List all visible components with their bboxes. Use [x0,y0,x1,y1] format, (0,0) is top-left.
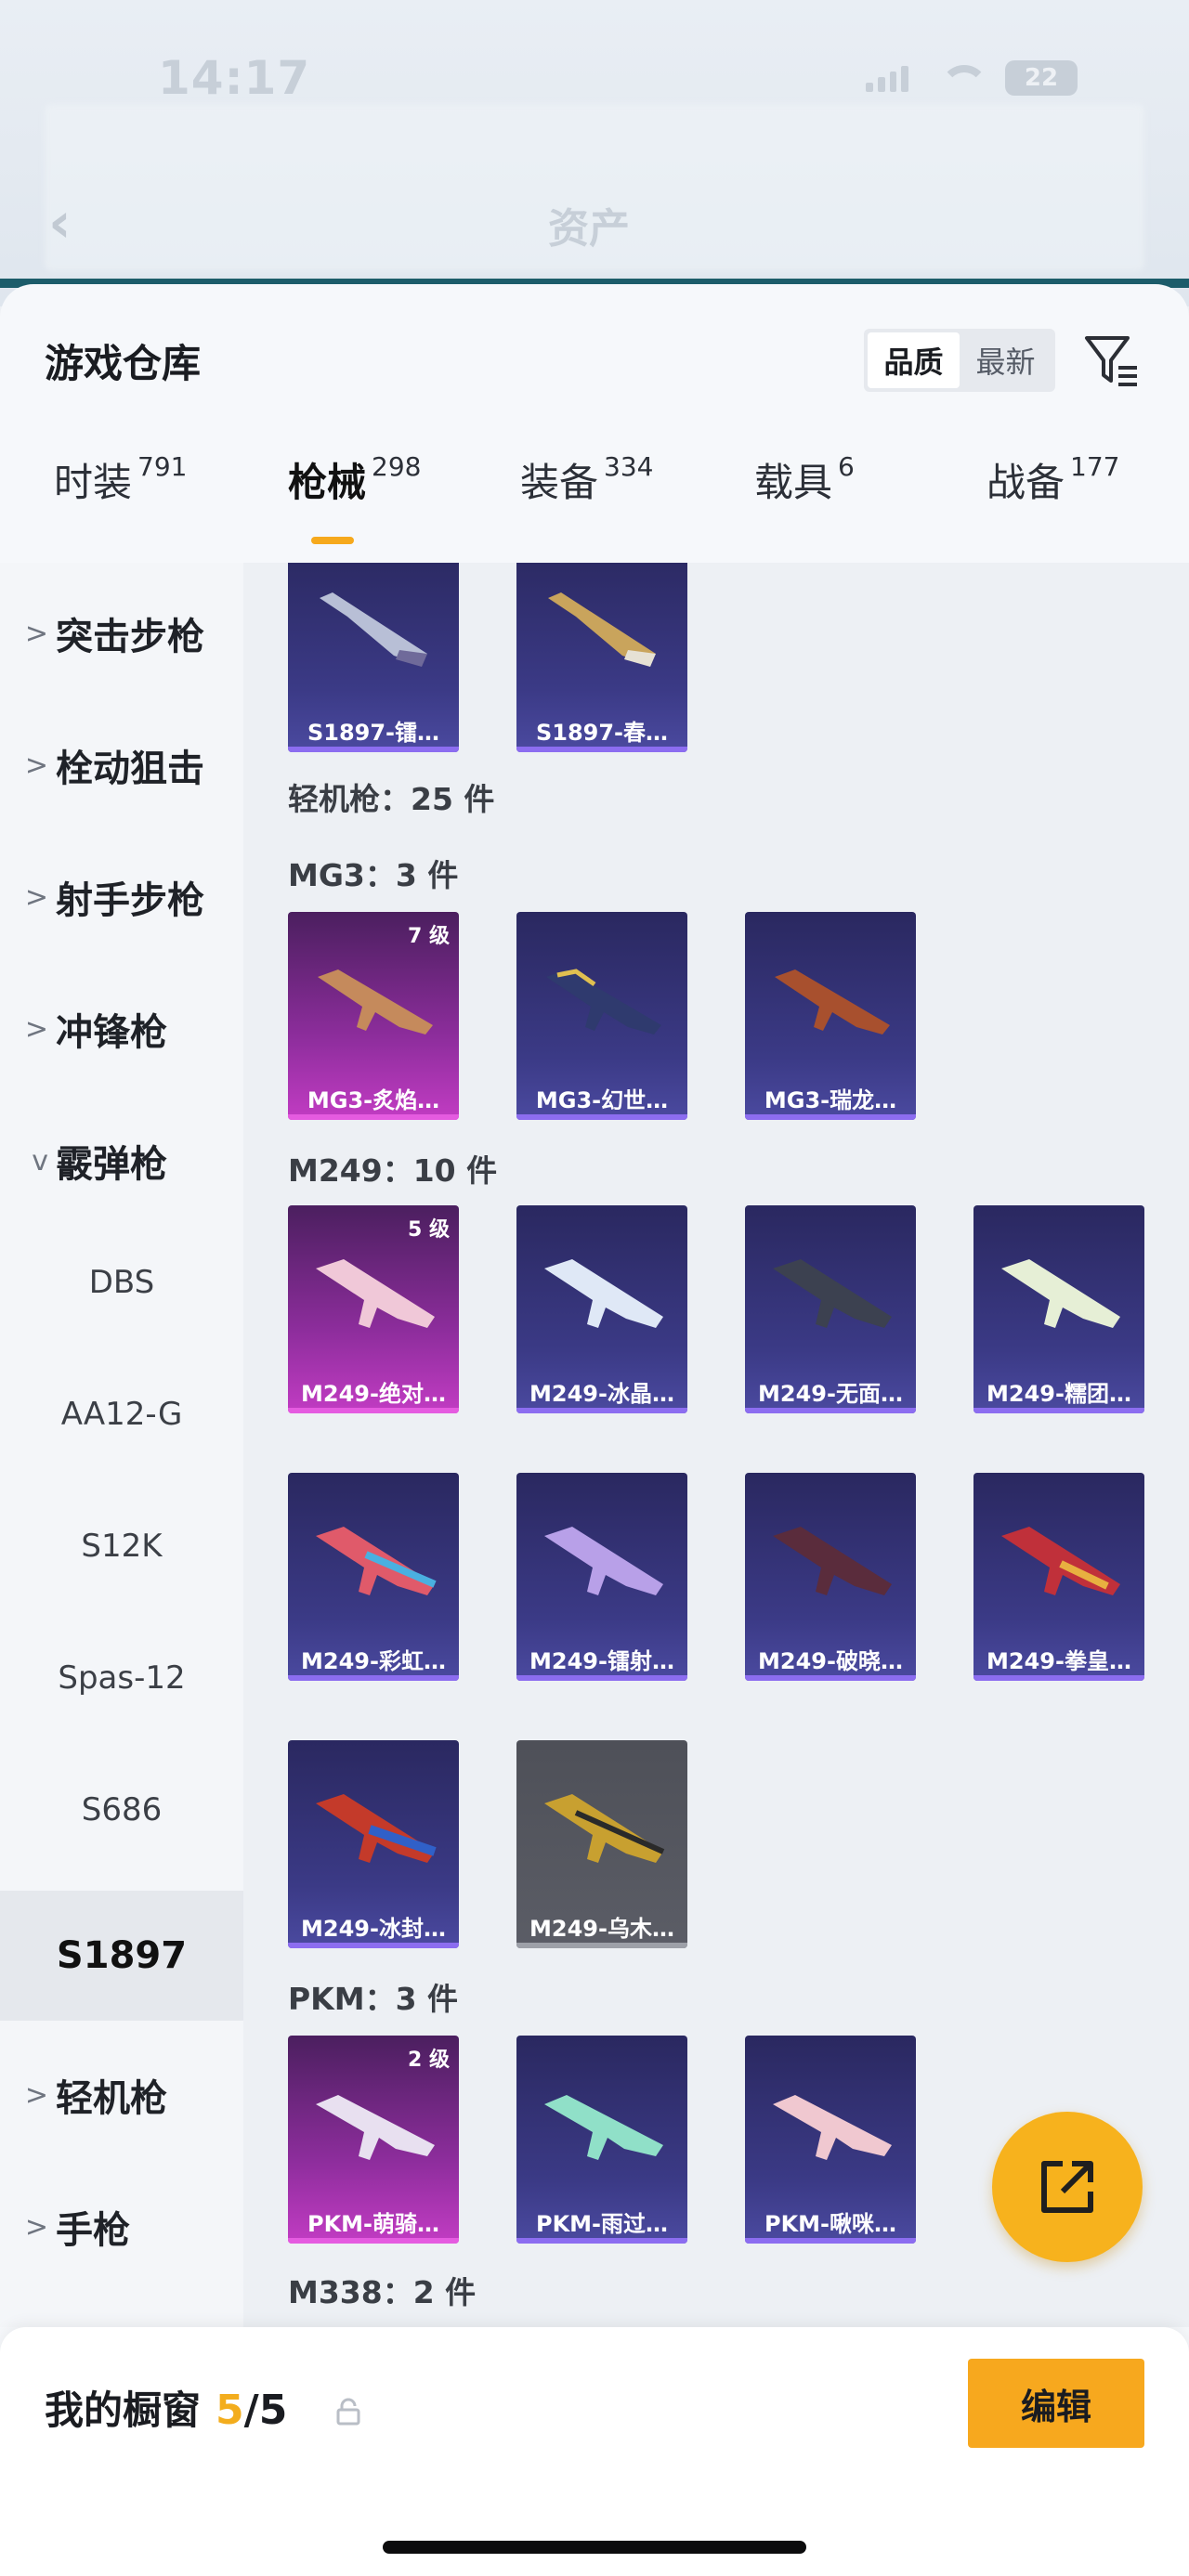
tab-equipment[interactable]: 装备 334 [520,451,653,508]
machine-gun-icon [316,1794,437,1863]
chevron-right-icon: > [24,1012,48,1046]
sort-toggle: 品质 最新 [864,329,1055,392]
machine-gun-icon [1001,1259,1120,1328]
status-bar: 14:17 22 [0,51,1189,107]
machine-gun-icon [544,1794,665,1863]
showcase-bar: 我的橱窗 5/5 编辑 [0,2327,1189,2576]
group-title-m338: M338：2 件 [288,2274,477,2310]
shotgun-icon [548,592,656,667]
item-card[interactable]: M249-镭射… [516,1473,687,1681]
item-card[interactable]: PKM-啾咪… [745,2036,916,2244]
tab-fashion[interactable]: 时装 791 [54,451,187,508]
tab-firearms[interactable]: 枪械 298 [288,451,421,508]
sidebar-sub-spas12[interactable]: Spas-12 [0,1627,243,1729]
item-grid: S1897-镭… S1897-春… 轻机枪：25 件 MG3：3 件 7 级 M… [243,563,1189,2327]
machine-gun-icon [1001,1527,1120,1595]
level-badge: 7 级 [408,925,450,948]
category-tabs: 时装 791 枪械 298 装备 334 载具 6 战备 177 [0,451,1189,553]
item-card[interactable]: S1897-镭… [288,563,459,752]
item-card[interactable]: M249-彩虹… [288,1473,459,1681]
machine-gun-icon [316,1259,435,1328]
machine-gun-icon [773,1527,892,1595]
sidebar-sub-s686[interactable]: S686 [0,1759,243,1861]
machine-gun-icon [775,969,890,1034]
item-card[interactable]: M249-乌木… [516,1740,687,1948]
share-icon [1041,2161,1093,2213]
group-title-pkm: PKM：3 件 [288,1981,459,2017]
machine-gun-icon [316,1527,437,1595]
sidebar-sub-s12k[interactable]: S12K [0,1495,243,1597]
lock-icon [336,2398,360,2426]
machine-gun-icon [773,1259,892,1328]
item-card[interactable]: PKM-雨过… [516,2036,687,2244]
background-heading: 资产 [548,205,630,253]
back-icon[interactable]: ‹ [48,190,72,255]
machine-gun-icon [773,2095,892,2160]
machine-gun-icon [318,969,433,1034]
tab-vehicles[interactable]: 载具 6 [754,451,855,508]
item-card[interactable]: M249-无面… [745,1205,916,1413]
sidebar-sub-s1897[interactable]: S1897 [0,1891,243,2021]
chevron-right-icon: > [24,880,48,914]
level-badge: 5 级 [408,1218,450,1242]
machine-gun-icon [544,1259,663,1328]
group-title-mg3: MG3：3 件 [288,857,459,893]
group-title-m249: M249：10 件 [288,1152,498,1189]
filter-icon[interactable] [1081,332,1141,392]
category-sidebar: > 突击步枪 > 栓动狙击 > 射手步枪 > 冲锋枪 v 霰弹枪 DBS AA1… [0,563,243,2327]
item-card[interactable]: 2 级 PKM-萌骑… [288,2036,459,2244]
sort-latest-button[interactable]: 最新 [960,332,1052,388]
sidebar-sub-dbs[interactable]: DBS [0,1231,243,1334]
wifi-icon [936,63,988,93]
machine-gun-icon [544,1527,663,1595]
edit-button[interactable]: 编辑 [968,2359,1144,2448]
chevron-right-icon: > [24,748,48,782]
sheet-header: 游戏仓库 品质 最新 时装 791 枪械 298 装备 334 载具 6 战备 … [0,284,1189,563]
sidebar-sub-aa12g[interactable]: AA12-G [0,1363,243,1465]
sidebar-item-pistol[interactable]: > 手枪 [0,2190,243,2264]
machine-gun-icon [316,2095,435,2160]
shotgun-icon [320,592,427,667]
item-card[interactable]: M249-冰封… [288,1740,459,1948]
signal-icon [866,64,908,92]
status-time: 14:17 [158,51,311,105]
section-title-lmg: 轻机枪：25 件 [288,781,495,817]
sort-quality-button[interactable]: 品质 [868,332,960,388]
item-card[interactable]: MG3-幻世… [516,912,687,1120]
item-card[interactable]: MG3-瑞龙… [745,912,916,1120]
item-card[interactable]: M249-拳皇… [973,1473,1144,1681]
sidebar-item-smg[interactable]: > 冲锋枪 [0,992,243,1066]
sidebar-item-bolt-sniper[interactable]: > 栓动狙击 [0,728,243,802]
sidebar-item-shotgun[interactable]: v 霰弹枪 [0,1124,243,1198]
item-card[interactable]: M249-破晓… [745,1473,916,1681]
chevron-right-icon: > [24,617,48,650]
level-badge: 2 级 [408,2049,450,2072]
home-indicator [383,2541,806,2554]
chevron-right-icon: > [24,2210,48,2244]
showcase-title: 我的橱窗 [45,2387,202,2433]
item-card[interactable]: 7 级 MG3-炙焰… [288,912,459,1120]
page-title: 游戏仓库 [45,341,202,386]
item-card[interactable]: M249-糯团… [973,1205,1144,1413]
background-page: 14:17 22 ‹ 资产 [0,0,1189,306]
machine-gun-icon [544,2095,663,2160]
active-tab-indicator [311,537,354,544]
battery-icon: 22 [1005,60,1078,96]
item-card[interactable]: S1897-春… [516,563,687,752]
showcase-count: 5/5 [216,2387,288,2434]
item-card[interactable]: M249-冰晶… [516,1205,687,1413]
chevron-right-icon: > [24,2078,48,2112]
sidebar-item-marksman-rifle[interactable]: > 射手步枪 [0,860,243,934]
item-card[interactable]: 5 级 M249-绝对… [288,1205,459,1413]
share-button[interactable] [992,2112,1143,2262]
sidebar-item-assault-rifle[interactable]: > 突击步枪 [0,596,243,670]
chevron-down-icon: v [32,1144,48,1177]
sidebar-item-lmg[interactable]: > 轻机枪 [0,2058,243,2132]
tab-supplies[interactable]: 战备 177 [986,451,1119,508]
machine-gun-icon [546,969,661,1034]
